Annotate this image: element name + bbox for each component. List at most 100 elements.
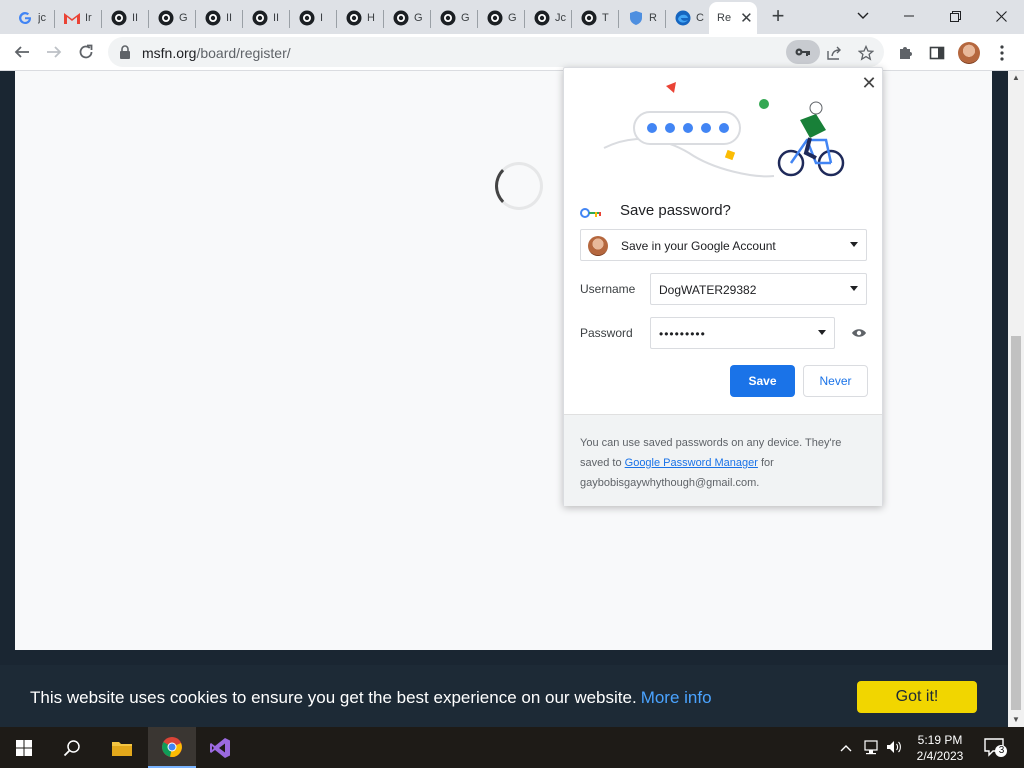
extensions-button[interactable] xyxy=(894,42,916,64)
tab-6[interactable]: II xyxy=(243,2,290,34)
tab-title: G xyxy=(461,12,470,24)
volume-icon[interactable] xyxy=(886,739,902,760)
tab-13[interactable]: T xyxy=(572,2,619,34)
tab-title: II xyxy=(226,12,233,24)
chrome-taskbar-button[interactable] xyxy=(148,727,196,768)
google-g-icon xyxy=(17,10,33,26)
tab-4[interactable]: G xyxy=(149,2,196,34)
password-value: ••••••••• xyxy=(659,327,706,341)
password-key-icon xyxy=(580,205,602,223)
tab-title: G xyxy=(508,12,517,24)
start-button[interactable] xyxy=(0,727,48,768)
tab-title: Re xyxy=(717,12,732,24)
forward-button[interactable] xyxy=(40,38,68,66)
share-button[interactable] xyxy=(824,43,844,63)
tab-10[interactable]: G xyxy=(431,2,478,34)
forward-arrow-icon xyxy=(47,46,62,58)
tab-title: T xyxy=(602,12,609,24)
got-it-button[interactable]: Got it! xyxy=(857,681,977,713)
profile-avatar[interactable] xyxy=(958,42,980,64)
tab-strip: jc Ir II G II II I H G G G Jc T R C Re ✕ + xyxy=(0,0,1024,34)
tab-title: H xyxy=(367,12,375,24)
tab-title: R xyxy=(649,12,657,24)
star-icon xyxy=(858,45,874,61)
chevron-down-icon xyxy=(850,242,858,247)
tab-title: I xyxy=(320,12,324,24)
loading-spinner xyxy=(495,162,543,210)
minimize-button[interactable] xyxy=(886,0,932,32)
page-scrollbar[interactable]: ▲ ▼ xyxy=(1008,71,1024,727)
tab-7[interactable]: I xyxy=(290,2,337,34)
dialog-title: Save password? xyxy=(620,202,731,219)
scroll-down-arrow-icon[interactable]: ▼ xyxy=(1008,713,1024,727)
close-dialog-icon[interactable]: ✕ xyxy=(860,74,878,92)
search-button[interactable] xyxy=(48,727,96,768)
account-avatar xyxy=(588,236,608,256)
lock-icon[interactable] xyxy=(119,45,131,64)
github-icon xyxy=(252,10,268,26)
url-path: /board/register/ xyxy=(196,45,291,61)
tab-title: G xyxy=(179,12,188,24)
close-tab-icon[interactable]: ✕ xyxy=(740,9,753,27)
tab-14[interactable]: R xyxy=(619,2,666,34)
file-explorer-button[interactable] xyxy=(98,727,146,768)
bookmark-button[interactable] xyxy=(856,43,876,63)
notifications-button[interactable]: 3 xyxy=(984,737,1008,764)
tab-12[interactable]: Jc xyxy=(525,2,572,34)
tab-search-button[interactable] xyxy=(840,0,886,32)
chevron-down-icon xyxy=(818,330,826,335)
save-button[interactable]: Save xyxy=(730,365,795,397)
tab-3[interactable]: II xyxy=(102,2,149,34)
tab-11[interactable]: G xyxy=(478,2,525,34)
github-icon xyxy=(534,10,550,26)
tab-9[interactable]: G xyxy=(384,2,431,34)
scroll-up-arrow-icon[interactable]: ▲ xyxy=(1008,71,1024,85)
close-icon xyxy=(995,10,1007,22)
password-manager-link[interactable]: Google Password Manager xyxy=(625,457,758,469)
reload-button[interactable] xyxy=(72,38,100,66)
tab-15[interactable]: C xyxy=(666,2,713,34)
chevron-down-icon xyxy=(850,286,858,291)
tab-title: Jc xyxy=(555,12,566,24)
windows-taskbar: 5:19 PM 2/4/2023 3 xyxy=(0,727,1024,768)
username-value: DogWATER29382 xyxy=(659,283,757,297)
tab-active[interactable]: Re ✕ xyxy=(709,2,757,34)
more-info-link[interactable]: More info xyxy=(641,688,712,707)
tab-2[interactable]: Ir xyxy=(55,2,102,34)
tab-8[interactable]: H xyxy=(337,2,384,34)
username-field[interactable]: DogWATER29382 xyxy=(650,273,867,305)
edge-icon xyxy=(675,10,691,26)
back-arrow-icon xyxy=(14,46,29,58)
github-icon xyxy=(299,10,315,26)
new-tab-button[interactable]: + xyxy=(766,5,790,29)
address-bar[interactable]: msfn.org/board/register/ xyxy=(108,37,884,67)
show-password-eye-icon[interactable] xyxy=(851,326,867,344)
password-key-button[interactable] xyxy=(786,40,820,64)
scrollbar-thumb[interactable] xyxy=(1011,336,1021,710)
never-button[interactable]: Never xyxy=(803,365,868,397)
search-icon xyxy=(63,739,80,756)
github-icon xyxy=(440,10,456,26)
tab-title: G xyxy=(414,12,423,24)
restore-button[interactable] xyxy=(932,0,978,32)
chevron-up-icon[interactable] xyxy=(840,739,852,757)
tab-5[interactable]: II xyxy=(196,2,243,34)
url-text[interactable]: msfn.org/board/register/ xyxy=(142,45,291,61)
network-icon[interactable] xyxy=(863,739,879,760)
side-panel-button[interactable] xyxy=(926,42,948,64)
tab-title: II xyxy=(273,12,280,24)
account-destination-select[interactable]: Save in your Google Account xyxy=(580,229,867,261)
footer-text: You can use saved passwords on any devic… xyxy=(580,433,872,493)
password-field[interactable]: ••••••••• xyxy=(650,317,835,349)
clock-time: 5:19 PM xyxy=(917,733,963,747)
url-host: msfn.org xyxy=(142,45,197,61)
taskbar-clock[interactable]: 5:19 PM 2/4/2023 xyxy=(905,732,975,764)
tab-1[interactable]: jc xyxy=(8,2,55,34)
back-button[interactable] xyxy=(8,38,36,66)
close-window-button[interactable] xyxy=(978,0,1024,32)
visual-studio-button[interactable] xyxy=(196,727,244,768)
cyclist-illustration xyxy=(603,82,845,178)
footer-mid: for xyxy=(757,457,774,469)
browser-toolbar: msfn.org/board/register/ xyxy=(0,34,1024,71)
menu-button[interactable] xyxy=(991,42,1013,64)
